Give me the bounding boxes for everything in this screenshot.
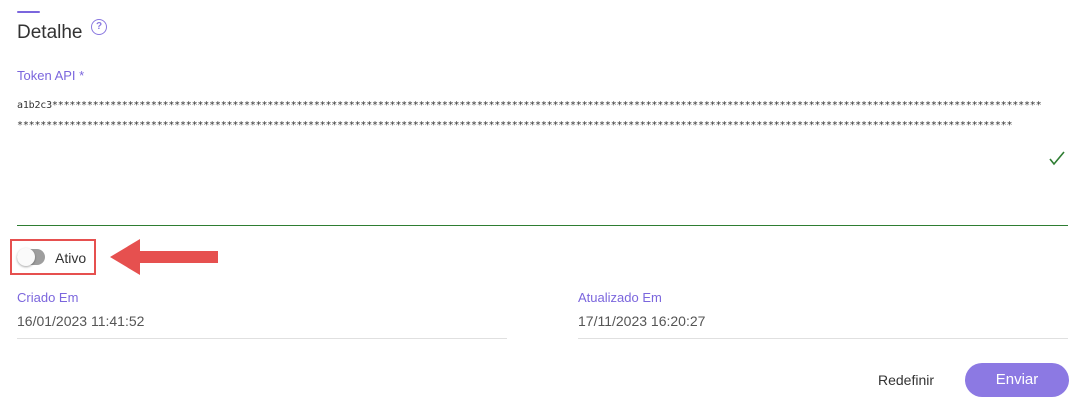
updated-value: 17/11/2023 16:20:27 <box>578 313 706 329</box>
toggle-knob <box>17 248 35 266</box>
active-toggle-label: Ativo <box>55 250 87 266</box>
created-label: Criado Em <box>17 290 79 305</box>
checkmark-icon <box>1049 151 1065 166</box>
question-circle-icon[interactable]: ? <box>91 19 107 35</box>
submit-button[interactable]: Enviar <box>965 363 1069 397</box>
token-field[interactable]: a1b2c3**********************************… <box>17 96 1042 136</box>
created-underline <box>17 338 507 339</box>
active-toggle[interactable] <box>17 248 45 266</box>
page-title: Detalhe <box>17 22 83 43</box>
tab-indicator <box>17 11 40 13</box>
updated-label: Atualizado Em <box>578 290 662 305</box>
created-value: 16/01/2023 11:41:52 <box>17 313 145 329</box>
token-field-underline <box>17 225 1068 226</box>
reset-button[interactable]: Redefinir <box>866 366 946 394</box>
token-label: Token API * <box>17 68 85 83</box>
arrow-left-icon <box>110 239 218 275</box>
updated-underline <box>578 338 1068 339</box>
